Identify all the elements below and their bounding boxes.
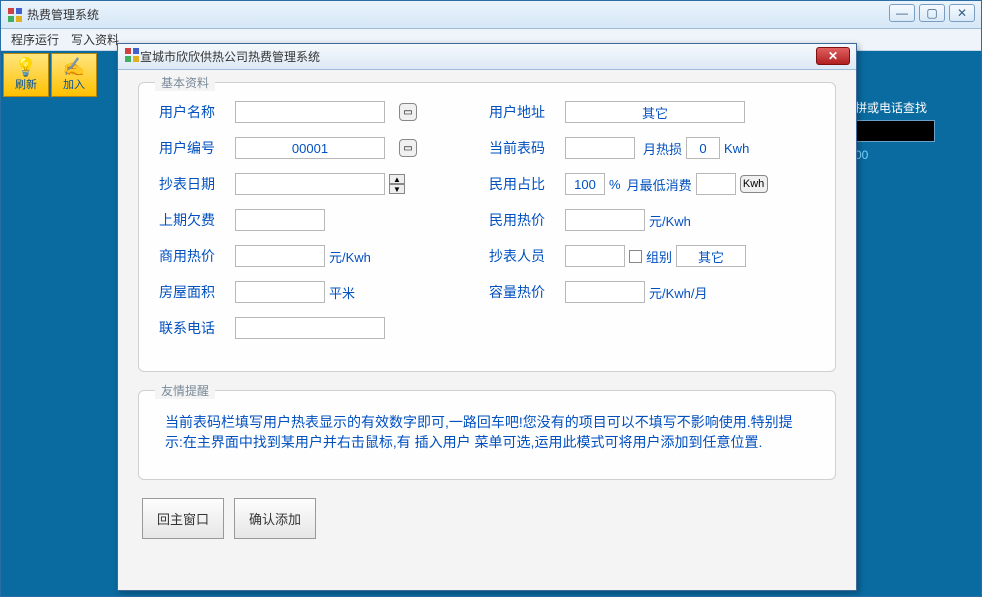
toolbar-refresh-label: 刷新 <box>15 76 37 92</box>
spinner-down-icon[interactable]: ▼ <box>389 184 405 194</box>
right-search-pane: 拼或电话查找 00 <box>855 99 975 162</box>
main-titlebar: 热费管理系统 — ▢ ✕ <box>1 1 981 29</box>
current-reading-label: 当前表码 <box>489 138 561 158</box>
maximize-button[interactable]: ▢ <box>919 4 945 22</box>
phone-input[interactable] <box>235 317 385 339</box>
main-window: 热费管理系统 — ▢ ✕ 程序运行 写入资料 💡 刷新 ✍ 加入 拼或电话查找 … <box>0 0 982 597</box>
phone-label: 联系电话 <box>159 318 231 338</box>
lightbulb-icon: 💡 <box>15 58 37 76</box>
cap-price-unit: 元/Kwh/月 <box>649 283 708 302</box>
spinner-up-icon[interactable]: ▲ <box>389 174 405 184</box>
dialog-close-button[interactable]: ✕ <box>816 47 850 65</box>
current-reading-input[interactable] <box>565 137 635 159</box>
dialog-button-row: 回主窗口 确认添加 <box>142 498 836 539</box>
group-check-label: 组别 <box>646 247 672 266</box>
toolbar-add-label: 加入 <box>63 76 85 92</box>
search-label: 拼或电话查找 <box>855 99 975 116</box>
last-debt-label: 上期欠费 <box>159 210 231 230</box>
civil-ratio-unit: % <box>609 177 621 192</box>
civil-ratio-input[interactable] <box>565 173 605 195</box>
basic-info-group: 基本资料 用户名称 ▭ 用户编号 <box>138 82 836 372</box>
month-heat-loss-input[interactable] <box>686 137 720 159</box>
dialog-app-icon <box>124 47 140 66</box>
reader-label: 抄表人员 <box>489 246 561 266</box>
back-button[interactable]: 回主窗口 <box>142 498 224 539</box>
read-date-label: 抄表日期 <box>159 174 231 194</box>
last-debt-input[interactable] <box>235 209 325 231</box>
user-no-label: 用户编号 <box>159 138 231 158</box>
cap-price-input[interactable] <box>565 281 645 303</box>
record-count: 00 <box>855 148 975 162</box>
month-heat-loss-unit: Kwh <box>724 141 749 156</box>
toolbar-refresh-button[interactable]: 💡 刷新 <box>3 53 49 97</box>
dialog-titlebar: 宣城市欣欣供热公司热费管理系统 ✕ <box>118 44 856 70</box>
menu-run[interactable]: 程序运行 <box>7 29 63 50</box>
area-unit: 平米 <box>329 283 355 302</box>
month-heat-loss-label: 月热损 <box>643 139 682 158</box>
civil-price-input[interactable] <box>565 209 645 231</box>
menu-write[interactable]: 写入资料 <box>67 29 123 50</box>
cap-price-label: 容量热价 <box>489 282 561 302</box>
civil-ratio-label: 民用占比 <box>489 174 561 194</box>
add-user-dialog: 宣城市欣欣供热公司热费管理系统 ✕ 基本资料 用户名称 ▭ <box>117 43 857 591</box>
dialog-body: 基本资料 用户名称 ▭ 用户编号 <box>118 70 856 551</box>
group-checkbox[interactable] <box>629 250 642 263</box>
user-name-input[interactable] <box>235 101 385 123</box>
month-min-label: 月最低消费 <box>627 175 692 194</box>
month-min-kwh-button[interactable]: Kwh <box>740 175 768 193</box>
window-controls: — ▢ ✕ <box>889 4 975 22</box>
minimize-button[interactable]: — <box>889 4 915 22</box>
area-label: 房屋面积 <box>159 282 231 302</box>
user-no-input[interactable] <box>235 137 385 159</box>
group-input[interactable] <box>676 245 746 267</box>
user-name-lookup-button[interactable]: ▭ <box>399 103 417 121</box>
civil-price-unit: 元/Kwh <box>649 211 691 230</box>
biz-price-input[interactable] <box>235 245 325 267</box>
reader-input[interactable] <box>565 245 625 267</box>
app-icon <box>7 7 23 23</box>
civil-price-label: 民用热价 <box>489 210 561 230</box>
biz-price-label: 商用热价 <box>159 246 231 266</box>
user-name-label: 用户名称 <box>159 102 231 122</box>
biz-price-unit: 元/Kwh <box>329 247 371 266</box>
area-input[interactable] <box>235 281 325 303</box>
user-addr-label: 用户地址 <box>489 102 561 122</box>
close-button[interactable]: ✕ <box>949 4 975 22</box>
main-window-title: 热费管理系统 <box>27 6 99 23</box>
read-date-spinner[interactable]: ▲ ▼ <box>389 174 405 194</box>
user-no-lookup-button[interactable]: ▭ <box>399 139 417 157</box>
user-addr-input[interactable] <box>565 101 745 123</box>
confirm-add-button[interactable]: 确认添加 <box>234 498 316 539</box>
search-input[interactable] <box>855 120 935 142</box>
month-min-input[interactable] <box>696 173 736 195</box>
tip-legend: 友情提醒 <box>155 382 215 399</box>
tip-text: 当前表码栏填写用户热表显示的有效数字即可,一路回车吧!您没有的项目可以不填写不影… <box>159 409 815 456</box>
basic-info-legend: 基本资料 <box>155 74 215 91</box>
toolbar-add-button[interactable]: ✍ 加入 <box>51 53 97 97</box>
read-date-input[interactable] <box>235 173 385 195</box>
tip-group: 友情提醒 当前表码栏填写用户热表显示的有效数字即可,一路回车吧!您没有的项目可以… <box>138 390 836 480</box>
dialog-title: 宣城市欣欣供热公司热费管理系统 <box>140 48 320 65</box>
edit-icon: ✍ <box>63 58 85 76</box>
